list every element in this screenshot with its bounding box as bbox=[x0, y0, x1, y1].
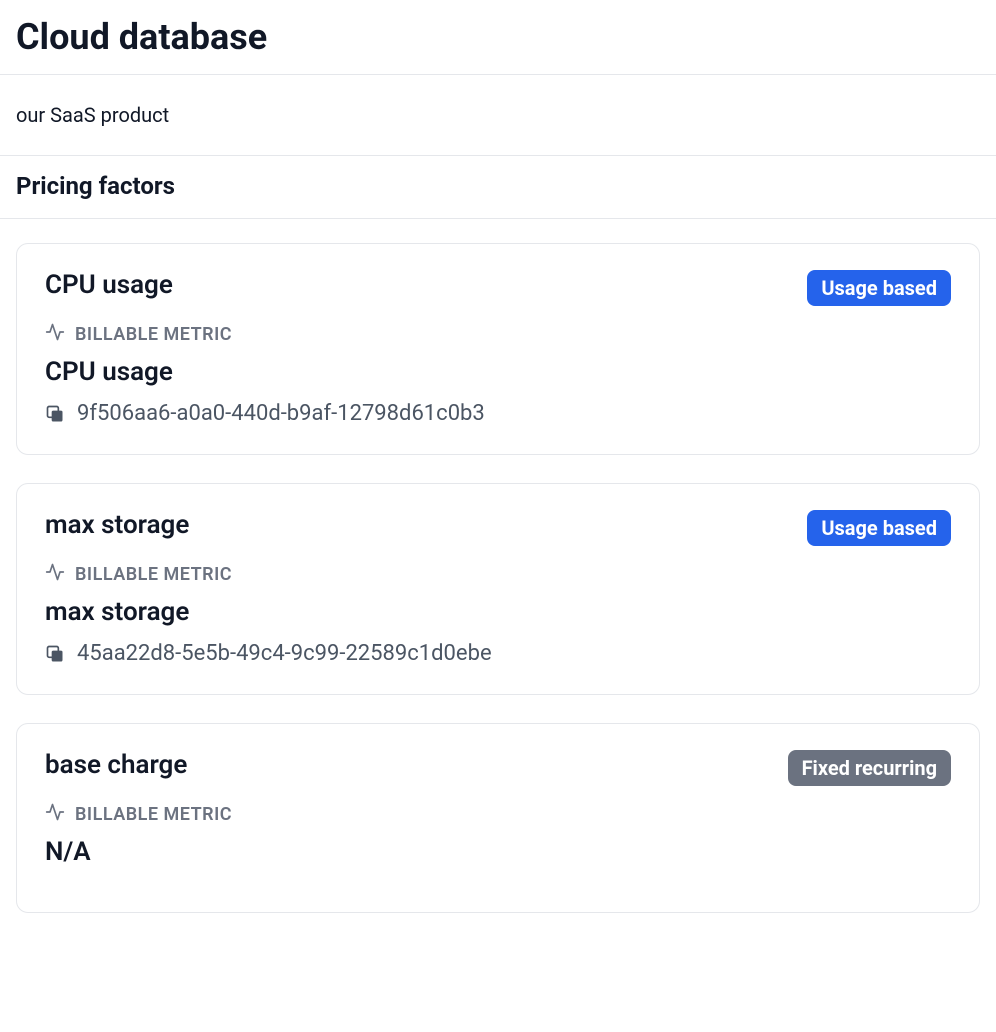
billable-metric-label: BILLABLE METRIC bbox=[45, 562, 951, 587]
billable-metric-text: BILLABLE METRIC bbox=[75, 324, 232, 345]
factor-title: CPU usage bbox=[45, 270, 173, 300]
metric-name: N/A bbox=[45, 837, 951, 867]
pricing-type-badge: Usage based bbox=[807, 270, 951, 306]
factor-title: max storage bbox=[45, 510, 189, 540]
pricing-factor-card: base charge Fixed recurring BILLABLE MET… bbox=[16, 723, 980, 913]
page-title: Cloud database bbox=[0, 0, 996, 74]
card-header: max storage Usage based bbox=[45, 510, 951, 546]
metric-id: 9f506aa6-a0a0-440d-b9af-12798d61c0b3 bbox=[77, 401, 485, 426]
billable-metric-text: BILLABLE METRIC bbox=[75, 804, 232, 825]
card-header: base charge Fixed recurring bbox=[45, 750, 951, 786]
billable-metric-label: BILLABLE METRIC bbox=[45, 802, 951, 827]
pricing-type-badge: Fixed recurring bbox=[788, 750, 951, 786]
activity-icon bbox=[45, 802, 65, 827]
card-header: CPU usage Usage based bbox=[45, 270, 951, 306]
metric-name: CPU usage bbox=[45, 357, 951, 387]
pricing-type-badge: Usage based bbox=[807, 510, 951, 546]
metric-id-row: 9f506aa6-a0a0-440d-b9af-12798d61c0b3 bbox=[45, 401, 951, 426]
product-description: our SaaS product bbox=[0, 75, 996, 155]
section-title: Pricing factors bbox=[0, 156, 996, 218]
activity-icon bbox=[45, 562, 65, 587]
factor-title: base charge bbox=[45, 750, 187, 780]
metric-name: max storage bbox=[45, 597, 951, 627]
metric-id: 45aa22d8-5e5b-49c4-9c99-22589c1d0ebe bbox=[77, 641, 492, 666]
copy-icon[interactable] bbox=[45, 404, 65, 424]
pricing-factor-card: max storage Usage based BILLABLE METRIC … bbox=[16, 483, 980, 695]
metric-id-row: 45aa22d8-5e5b-49c4-9c99-22589c1d0ebe bbox=[45, 641, 951, 666]
pricing-factor-card: CPU usage Usage based BILLABLE METRIC CP… bbox=[16, 243, 980, 455]
copy-icon[interactable] bbox=[45, 644, 65, 664]
billable-metric-text: BILLABLE METRIC bbox=[75, 564, 232, 585]
pricing-factors-list: CPU usage Usage based BILLABLE METRIC CP… bbox=[0, 219, 996, 913]
billable-metric-label: BILLABLE METRIC bbox=[45, 322, 951, 347]
activity-icon bbox=[45, 322, 65, 347]
